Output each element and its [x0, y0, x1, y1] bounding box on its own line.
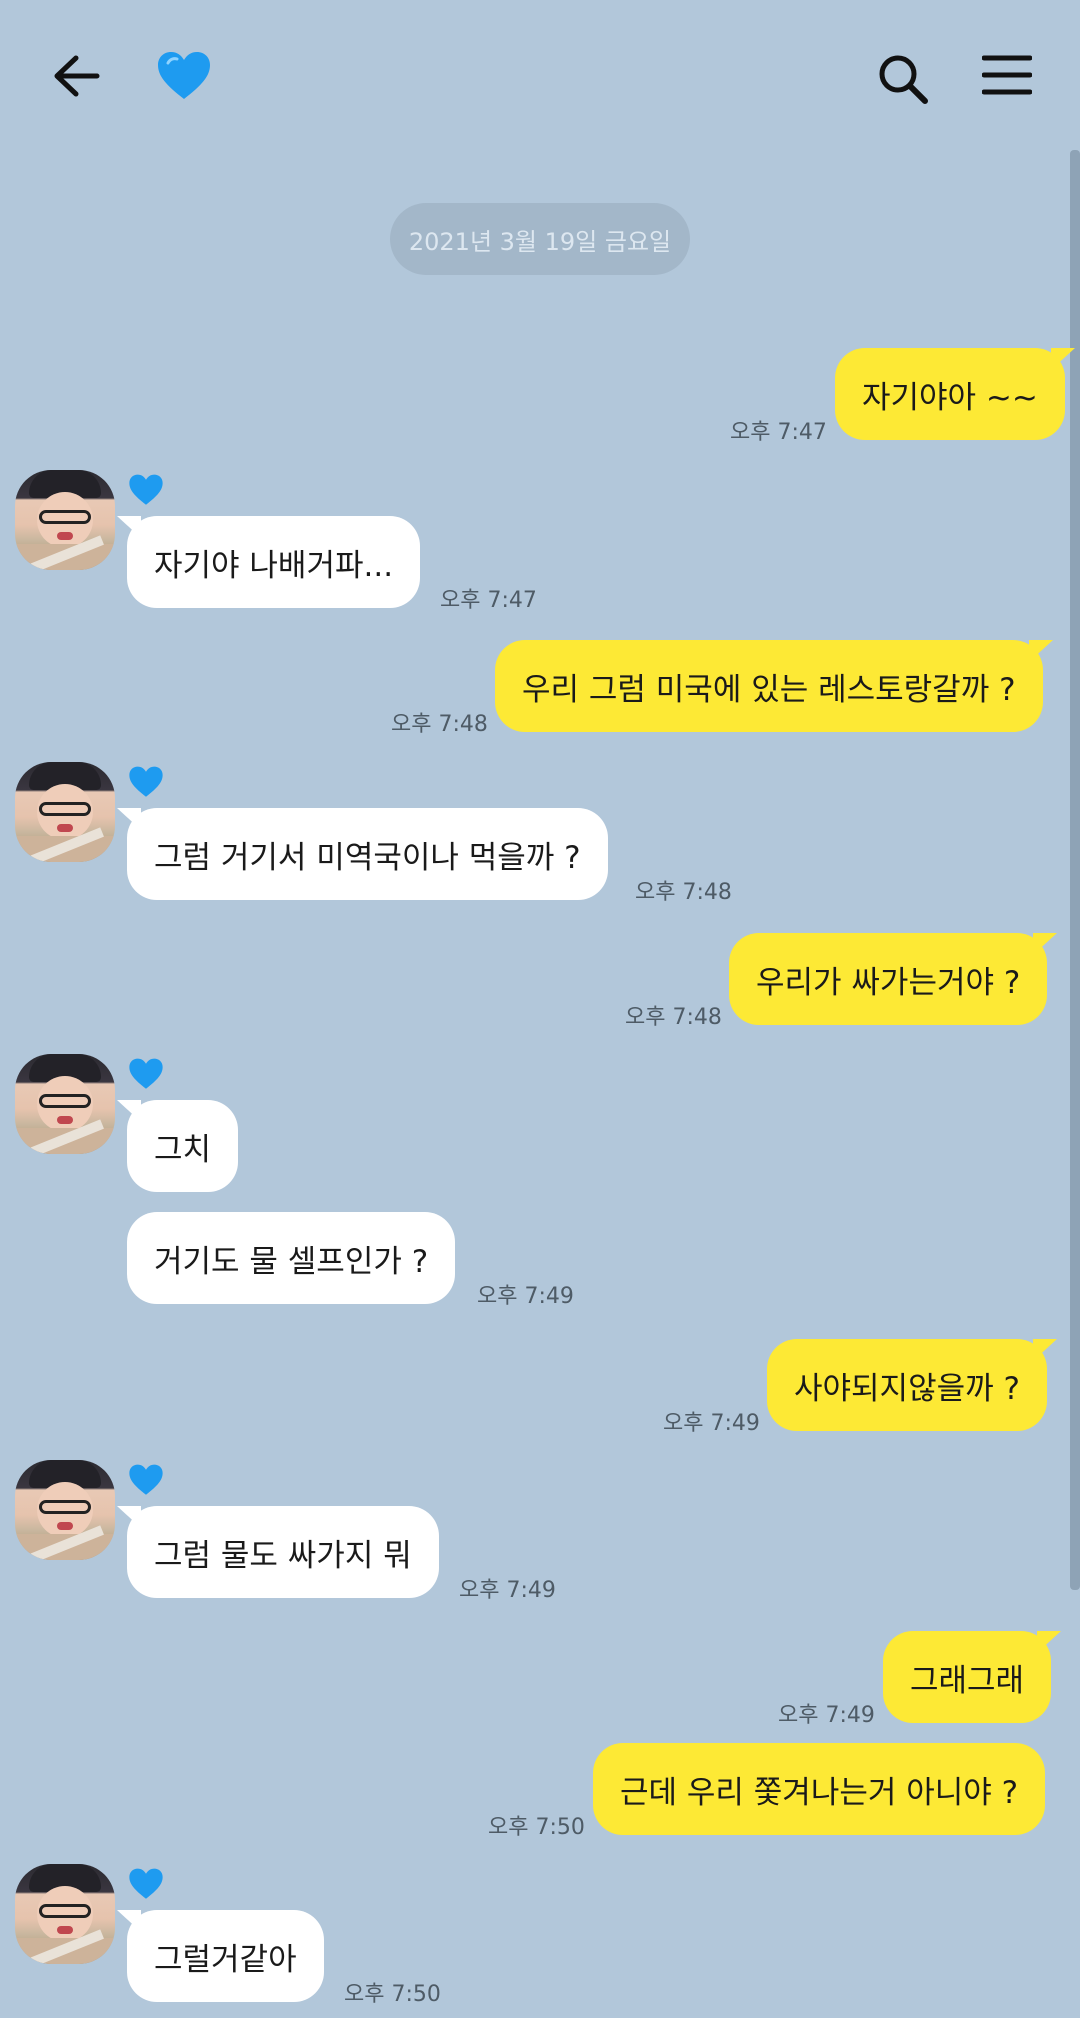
avatar[interactable]: [15, 470, 115, 570]
avatar[interactable]: [15, 1054, 115, 1154]
back-button[interactable]: [44, 44, 108, 108]
their-message-bubble[interactable]: 그럼 물도 싸가지 뭐: [117, 1506, 439, 1598]
sender-name-heart-icon: [126, 1460, 166, 1500]
message-time: 오후 7:50: [488, 1815, 585, 1840]
message-time: 오후 7:49: [663, 1411, 760, 1436]
message-text: 사야되지않을까 ?: [794, 1370, 1020, 1407]
message-text: 그치: [154, 1131, 212, 1168]
message-text: 근데 우리 쫓겨나는거 아니야 ?: [620, 1774, 1019, 1811]
message-text: 그럼 거기서 미역국이나 먹을까 ?: [154, 839, 581, 876]
their-message-bubble[interactable]: 거기도 물 셀프인가 ?: [127, 1212, 456, 1304]
their-message-bubble[interactable]: 그럼 거기서 미역국이나 먹을까 ?: [117, 808, 608, 900]
my-message-bubble[interactable]: 자기야아 ~~: [835, 348, 1075, 440]
sender-name-heart-icon: [126, 1054, 166, 1094]
my-message-bubble[interactable]: 우리 그럼 미국에 있는 레스토랑갈까 ?: [495, 640, 1053, 732]
message-time: 오후 7:49: [778, 1703, 875, 1728]
message-time: 오후 7:49: [459, 1578, 556, 1603]
my-message-bubble[interactable]: 그래그래: [883, 1631, 1062, 1723]
message-time: 오후 7:49: [477, 1284, 574, 1309]
arrow-left-icon: [54, 55, 100, 97]
search-button[interactable]: [868, 44, 938, 114]
message-text: 자기야아 ~~: [862, 379, 1038, 416]
message-text: 그럼 물도 싸가지 뭐: [154, 1537, 412, 1574]
message-text: 우리 그럼 미국에 있는 레스토랑갈까 ?: [522, 671, 1016, 708]
blue-heart-icon: [148, 40, 220, 112]
menu-button[interactable]: [976, 44, 1038, 106]
my-message-bubble[interactable]: 우리가 싸가는거야 ?: [729, 933, 1058, 1025]
sender-name-heart-icon: [126, 1864, 166, 1904]
my-message-bubble[interactable]: 사야되지않을까 ?: [767, 1339, 1057, 1431]
message-text: 그럴거같아: [154, 1941, 297, 1978]
avatar[interactable]: [15, 1460, 115, 1560]
their-message-bubble[interactable]: 그럴거같아: [117, 1910, 324, 2002]
avatar[interactable]: [15, 762, 115, 862]
sender-name-heart-icon: [126, 762, 166, 802]
message-time: 오후 7:50: [344, 1982, 441, 2007]
message-time: 오후 7:47: [730, 420, 827, 445]
their-message-bubble[interactable]: 자기야 나배거파...: [116, 516, 421, 608]
message-time: 오후 7:48: [391, 712, 488, 737]
avatar[interactable]: [15, 1864, 115, 1964]
search-icon: [879, 55, 928, 104]
message-text: 그래그래: [910, 1662, 1025, 1699]
date-divider: 2021년 3월 19일 금요일: [390, 203, 690, 275]
my-message-bubble[interactable]: 근데 우리 쫓겨나는거 아니야 ?: [593, 1743, 1046, 1835]
hamburger-menu-icon: [982, 55, 1032, 95]
message-text: 우리가 싸가는거야 ?: [756, 964, 1021, 1001]
message-time: 오후 7:48: [625, 1005, 722, 1030]
message-time: 오후 7:48: [635, 880, 732, 905]
message-text: 자기야 나배거파...: [154, 547, 394, 584]
sender-name-heart-icon: [126, 470, 166, 510]
chat-header: [0, 0, 1080, 150]
message-time: 오후 7:47: [440, 588, 537, 613]
their-message-bubble[interactable]: 그치: [116, 1100, 239, 1192]
message-text: 거기도 물 셀프인가 ?: [154, 1243, 429, 1280]
